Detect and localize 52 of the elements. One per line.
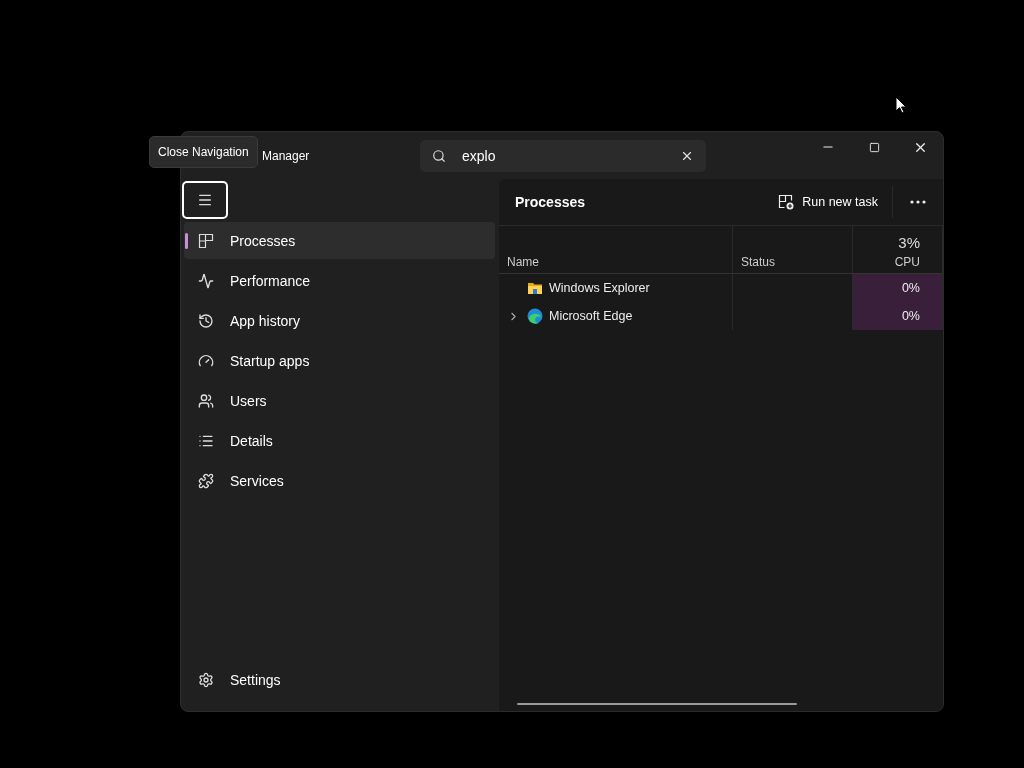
puzzle-icon	[198, 472, 214, 489]
nav-item[interactable]: Processes	[184, 222, 495, 259]
selection-indicator	[185, 233, 188, 249]
process-cell[interactable]: Microsoft Edge	[499, 302, 733, 330]
tooltip: Close Navigation	[149, 136, 258, 168]
mouse-pointer-icon	[895, 96, 907, 114]
page-title: Processes	[515, 194, 586, 210]
scrollbar[interactable]	[517, 703, 797, 705]
column-label: CPU	[894, 255, 920, 269]
settings-icon	[198, 671, 214, 688]
menu-button[interactable]	[182, 181, 228, 219]
nav-item[interactable]: Users	[184, 382, 495, 419]
users-icon	[198, 392, 214, 409]
nav-item[interactable]: Services	[184, 462, 495, 499]
column-header[interactable]: Status	[733, 226, 853, 274]
cpu-cell: 0%	[853, 302, 943, 330]
nav-item[interactable]: Startup apps	[184, 342, 495, 379]
settings-item[interactable]: Settings	[184, 661, 495, 698]
column-label: Name	[507, 255, 539, 269]
nav-label: Details	[230, 432, 273, 449]
nav-label: Processes	[230, 232, 296, 249]
process-name: Microsoft Edge	[549, 309, 633, 323]
cpu-total: 3%	[898, 234, 920, 251]
search-bar[interactable]: explo	[420, 139, 706, 172]
nav-item[interactable]: Performance	[184, 262, 495, 299]
column-label: Status	[741, 255, 776, 269]
nav-label: Settings	[230, 671, 281, 688]
nav-label: App history	[230, 312, 301, 329]
folder-icon	[527, 280, 543, 296]
cpu-cell: 0%	[853, 274, 943, 302]
nav-label: Performance	[230, 272, 311, 289]
more-icon	[910, 200, 926, 204]
nav-item[interactable]: Details	[184, 422, 495, 459]
process-cell[interactable]: Windows Explorer	[499, 274, 733, 302]
browser-icon	[527, 308, 543, 324]
add-window-icon	[778, 194, 795, 210]
column-header[interactable]: Name	[499, 226, 733, 274]
run-task-button[interactable]: Run new task	[778, 186, 893, 218]
maximize-icon	[868, 141, 880, 153]
history-icon	[198, 312, 214, 329]
process-name: Windows Explorer	[549, 281, 650, 295]
nav-label: Startup apps	[230, 352, 310, 369]
menu-icon	[197, 192, 213, 208]
search-icon	[432, 148, 446, 163]
pulse-icon	[198, 272, 214, 289]
search-field[interactable]: explo	[460, 146, 666, 165]
gauge-icon	[198, 352, 214, 369]
nav-item[interactable]: App history	[184, 302, 495, 339]
window-title: Manager	[262, 148, 311, 163]
nav-label: Services	[230, 472, 284, 489]
nav-label: Users	[230, 392, 267, 409]
panels-icon	[198, 232, 214, 249]
